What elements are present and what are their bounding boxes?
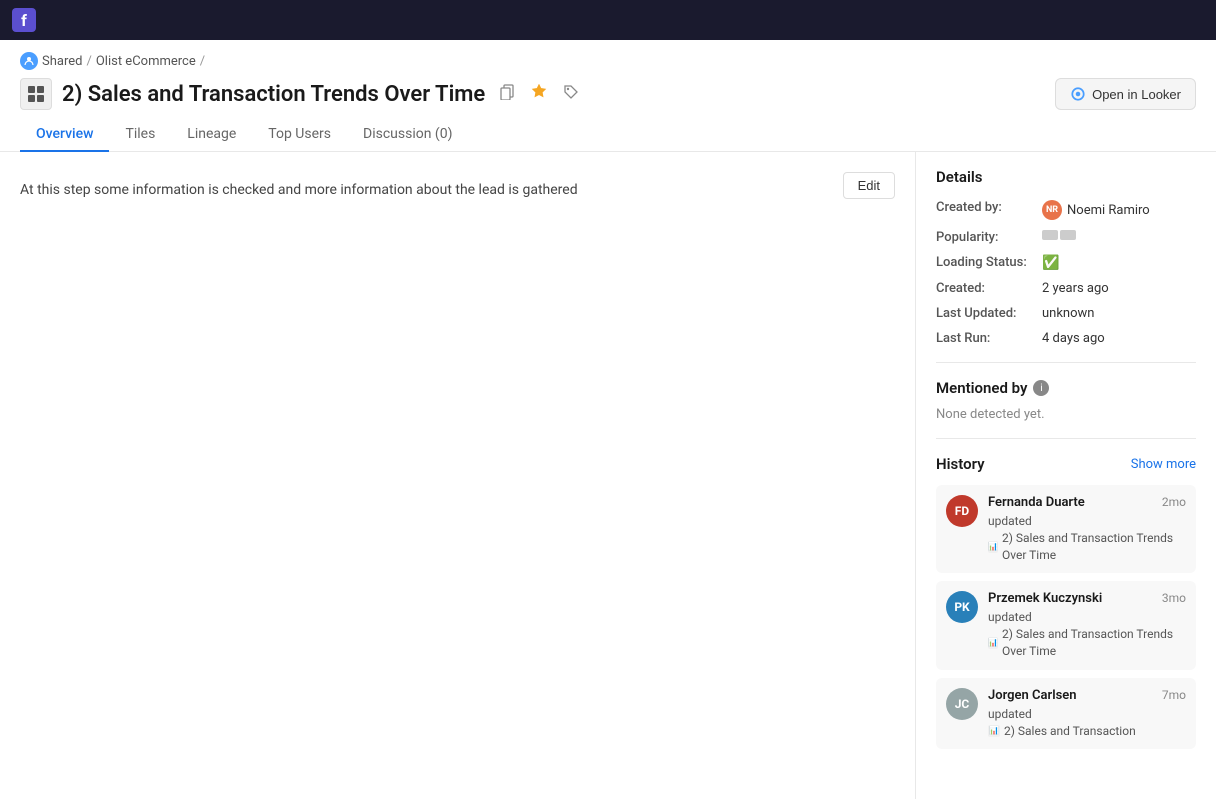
mentioned-by-info-icon[interactable]: i: [1033, 380, 1049, 396]
created-by-row: Created by: NR Noemi Ramiro: [936, 200, 1196, 220]
history-link-icon-pk: 📊: [988, 637, 998, 649]
history-link-pk[interactable]: 📊 2) Sales and Transaction Trends Over T…: [988, 626, 1186, 660]
history-item-fd: FD Fernanda Duarte 2mo updated 📊 2) Sale…: [936, 485, 1196, 573]
history-time-fd: 2mo: [1162, 495, 1186, 509]
tag-button[interactable]: [559, 80, 583, 109]
content-area: Edit At this step some information is ch…: [0, 152, 916, 799]
divider-1: [936, 362, 1196, 363]
star-button[interactable]: [527, 80, 551, 109]
copy-button[interactable]: [495, 80, 519, 109]
history-content-fd: Fernanda Duarte 2mo updated 📊 2) Sales a…: [988, 495, 1186, 563]
popularity-label: Popularity:: [936, 230, 1036, 245]
history-time-pk: 3mo: [1162, 591, 1186, 605]
dashboard-icon: [20, 78, 52, 110]
breadcrumb-section-link[interactable]: Olist eCommerce: [96, 54, 196, 69]
history-top-fd: Fernanda Duarte 2mo: [988, 495, 1186, 510]
history-item-jc: JC Jorgen Carlsen 7mo updated 📊 2) Sales…: [936, 678, 1196, 750]
history-top-pk: Przemek Kuczynski 3mo: [988, 591, 1186, 606]
details-title: Details: [936, 168, 1196, 186]
created-label: Created:: [936, 281, 1036, 296]
history-time-jc: 7mo: [1162, 688, 1186, 702]
title-left: 2) Sales and Transaction Trends Over Tim…: [20, 78, 583, 110]
tab-top-users[interactable]: Top Users: [252, 118, 347, 152]
details-section: Details Created by: NR Noemi Ramiro Popu…: [936, 168, 1196, 346]
edit-button[interactable]: Edit: [843, 172, 895, 199]
history-avatar-fd: FD: [946, 495, 978, 527]
sidebar: Details Created by: NR Noemi Ramiro Popu…: [916, 152, 1216, 799]
history-title: History: [936, 455, 985, 473]
history-avatar-jc: JC: [946, 688, 978, 720]
history-avatar-pk: PK: [946, 591, 978, 623]
divider-2: [936, 438, 1196, 439]
tab-overview[interactable]: Overview: [20, 118, 109, 152]
breadcrumb-sep-1: /: [86, 54, 91, 69]
history-content-pk: Przemek Kuczynski 3mo updated 📊 2) Sales…: [988, 591, 1186, 659]
history-link-icon-fd: 📊: [988, 541, 998, 553]
mentioned-by-header: Mentioned by i: [936, 379, 1196, 397]
history-name-fd: Fernanda Duarte: [988, 495, 1085, 510]
loading-status-row: Loading Status: ✅: [936, 255, 1196, 271]
creator-avatar: NR: [1042, 200, 1062, 220]
tabs: Overview Tiles Lineage Top Users Discuss…: [20, 118, 1196, 151]
last-updated-row: Last Updated: unknown: [936, 306, 1196, 321]
history-link-jc[interactable]: 📊 2) Sales and Transaction: [988, 723, 1186, 740]
history-top-jc: Jorgen Carlsen 7mo: [988, 688, 1186, 703]
history-section: History Show more FD Fernanda Duarte 2mo…: [936, 455, 1196, 749]
mentioned-by-title: Mentioned by: [936, 379, 1027, 397]
mentioned-by-section: Mentioned by i None detected yet.: [936, 379, 1196, 422]
title-actions: [495, 80, 583, 109]
tab-tiles[interactable]: Tiles: [109, 118, 171, 152]
popularity-bars: [1042, 230, 1076, 240]
last-run-label: Last Run:: [936, 331, 1036, 346]
created-by-label: Created by:: [936, 200, 1036, 215]
loading-status-value: ✅: [1042, 255, 1059, 271]
last-updated-label: Last Updated:: [936, 306, 1036, 321]
open-looker-label: Open in Looker: [1092, 87, 1181, 102]
created-by-value: NR Noemi Ramiro: [1042, 200, 1150, 220]
topbar: f: [0, 0, 1216, 40]
breadcrumb-sep-2: /: [200, 54, 205, 69]
show-more-link[interactable]: Show more: [1131, 457, 1196, 472]
pop-bar-2: [1060, 230, 1076, 240]
history-desc-jc: updated 📊 2) Sales and Transaction: [988, 706, 1186, 740]
history-desc-fd: updated 📊 2) Sales and Transaction Trend…: [988, 513, 1186, 563]
created-row: Created: 2 years ago: [936, 281, 1196, 296]
last-run-row: Last Run: 4 days ago: [936, 331, 1196, 346]
open-in-looker-button[interactable]: Open in Looker: [1055, 78, 1196, 110]
loading-status-label: Loading Status:: [936, 255, 1036, 270]
title-row: 2) Sales and Transaction Trends Over Tim…: [20, 78, 1196, 110]
tab-lineage[interactable]: Lineage: [171, 118, 252, 152]
tab-discussion[interactable]: Discussion (0): [347, 118, 468, 152]
history-name-jc: Jorgen Carlsen: [988, 688, 1077, 703]
history-item-pk: PK Przemek Kuczynski 3mo updated 📊 2) Sa…: [936, 581, 1196, 669]
history-content-jc: Jorgen Carlsen 7mo updated 📊 2) Sales an…: [988, 688, 1186, 740]
popularity-row: Popularity:: [936, 230, 1196, 245]
page-title: 2) Sales and Transaction Trends Over Tim…: [62, 82, 485, 107]
pop-bar-1: [1042, 230, 1058, 240]
history-name-pk: Przemek Kuczynski: [988, 591, 1102, 606]
history-link-icon-jc: 📊: [988, 725, 1000, 737]
history-link-fd[interactable]: 📊 2) Sales and Transaction Trends Over T…: [988, 530, 1186, 564]
topbar-logo: f: [12, 8, 36, 32]
main-layout: Edit At this step some information is ch…: [0, 152, 1216, 799]
history-header: History Show more: [936, 455, 1196, 473]
last-run-value: 4 days ago: [1042, 331, 1105, 346]
breadcrumb-shared-link[interactable]: Shared: [42, 54, 82, 69]
created-value: 2 years ago: [1042, 281, 1109, 296]
popularity-value: [1042, 230, 1076, 240]
last-updated-value: unknown: [1042, 306, 1094, 321]
none-detected-text: None detected yet.: [936, 407, 1196, 422]
breadcrumb-shared-icon: [20, 52, 38, 70]
header-area: Shared / Olist eCommerce / 2) Sales and …: [0, 40, 1216, 152]
breadcrumb: Shared / Olist eCommerce /: [20, 52, 1196, 70]
content-description: At this step some information is checked…: [20, 180, 895, 201]
history-desc-pk: updated 📊 2) Sales and Transaction Trend…: [988, 609, 1186, 659]
